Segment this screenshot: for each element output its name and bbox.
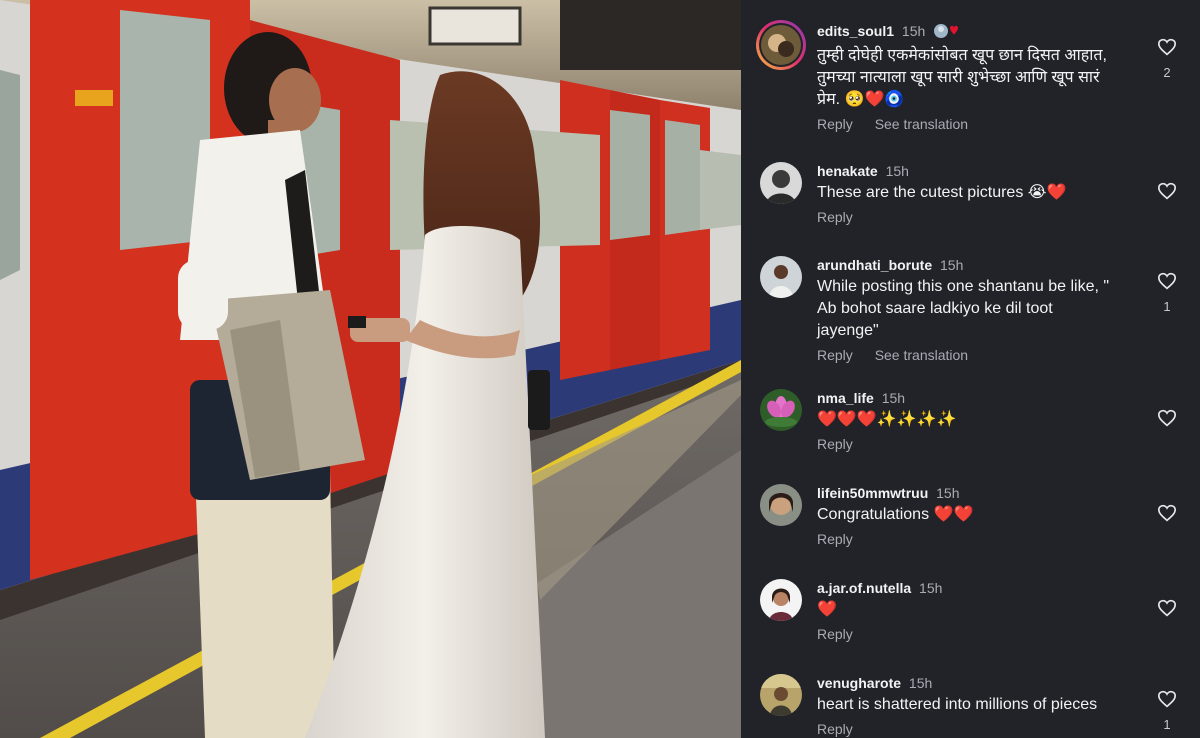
comment-username[interactable]: henakate <box>817 163 878 179</box>
heart-outline-icon <box>1157 504 1177 522</box>
comment-username[interactable]: edits_soul1 <box>817 23 894 39</box>
comment-text: तुम्ही दोघेही एकमेकांसोबत खूप छान दिसत आ… <box>817 47 1107 108</box>
avatar[interactable] <box>760 484 802 526</box>
avatar[interactable] <box>760 389 802 431</box>
reply-button[interactable]: Reply <box>817 721 853 737</box>
comment-time: 15h <box>936 485 960 501</box>
comment-body: lifein50mmwtruu 15h Congratulations ❤️❤️… <box>817 484 1137 548</box>
comment-text: While posting this one shantanu be like,… <box>817 278 1110 339</box>
avatar[interactable] <box>760 579 802 621</box>
comment-body: venugharote 15h heart is shattered into … <box>817 674 1137 738</box>
like-button[interactable]: 2 <box>1156 38 1178 80</box>
profile-emoji-icon <box>933 23 959 43</box>
comment-body: edits_soul1 15h तुम्ही दोघेही एकमेकांसोब… <box>817 22 1137 133</box>
comment-text: ❤️ <box>817 601 837 618</box>
comments-panel: edits_soul1 15h तुम्ही दोघेही एकमेकांसोब… <box>741 0 1200 738</box>
reply-button[interactable]: Reply <box>817 626 853 642</box>
lotus-avatar-image <box>760 389 802 431</box>
avatar-image <box>760 579 802 621</box>
like-button[interactable]: 1 <box>1156 690 1178 732</box>
photo-image <box>0 0 741 738</box>
comment-username[interactable]: nma_life <box>817 390 874 406</box>
avatar-image <box>760 674 802 716</box>
avatar-image <box>760 484 802 526</box>
comment-username[interactable]: a.jar.of.nutella <box>817 580 911 596</box>
like-count: 2 <box>1163 65 1171 80</box>
comment-time: 15h <box>940 257 964 273</box>
post-photo <box>0 0 741 738</box>
heart-outline-icon <box>1157 599 1177 617</box>
like-button[interactable] <box>1156 182 1178 205</box>
heart-outline-icon <box>1157 272 1177 290</box>
comment-text: ❤️❤️❤️✨✨✨✨ <box>817 411 957 428</box>
reply-button[interactable]: Reply <box>817 347 853 363</box>
see-translation-button[interactable]: See translation <box>875 347 968 363</box>
comment-time: 15h <box>901 23 926 39</box>
comment-username[interactable]: venugharote <box>817 675 901 691</box>
reply-button[interactable]: Reply <box>817 116 853 132</box>
comment-username[interactable]: arundhati_borute <box>817 257 932 273</box>
comment-time: 15h <box>885 163 909 179</box>
comment-text: Congratulations ❤️❤️ <box>817 506 974 523</box>
avatar[interactable] <box>760 256 802 298</box>
comment-body: a.jar.of.nutella 15h ❤️ Reply <box>817 579 1137 643</box>
reply-button[interactable]: Reply <box>817 531 853 547</box>
like-button[interactable] <box>1156 504 1178 527</box>
like-button[interactable] <box>1156 599 1178 622</box>
avatar-image <box>760 256 802 298</box>
heart-outline-icon <box>1157 38 1177 56</box>
comment-body: arundhati_borute 15h While posting this … <box>817 256 1137 364</box>
see-translation-button[interactable]: See translation <box>875 116 968 132</box>
reply-button[interactable]: Reply <box>817 436 853 452</box>
comment-time: 15h <box>919 580 943 596</box>
heart-outline-icon <box>1157 409 1177 427</box>
heart-outline-icon <box>1157 182 1177 200</box>
comment-time: 15h <box>908 675 933 691</box>
heart-outline-icon <box>1157 690 1177 708</box>
reply-button[interactable]: Reply <box>817 209 853 225</box>
comment-body: henakate 15h These are the cutest pictur… <box>817 162 1137 226</box>
avatar-story-ring-icon <box>756 20 806 70</box>
comment-text: These are the cutest pictures 😭❤️ <box>817 184 1067 201</box>
like-count: 1 <box>1163 299 1171 314</box>
avatar-image <box>760 162 802 204</box>
comment-body: nma_life 15h ❤️❤️❤️✨✨✨✨ Reply <box>817 389 1137 453</box>
avatar[interactable] <box>755 19 807 71</box>
avatar[interactable] <box>760 162 802 204</box>
comment-time: 15h <box>881 390 906 406</box>
avatar[interactable] <box>760 674 802 716</box>
like-button[interactable]: 1 <box>1156 272 1178 314</box>
like-count: 1 <box>1163 717 1171 732</box>
comment-username[interactable]: lifein50mmwtruu <box>817 485 928 501</box>
like-button[interactable] <box>1156 409 1178 432</box>
comment-text: heart is shattered into millions of piec… <box>817 696 1098 713</box>
